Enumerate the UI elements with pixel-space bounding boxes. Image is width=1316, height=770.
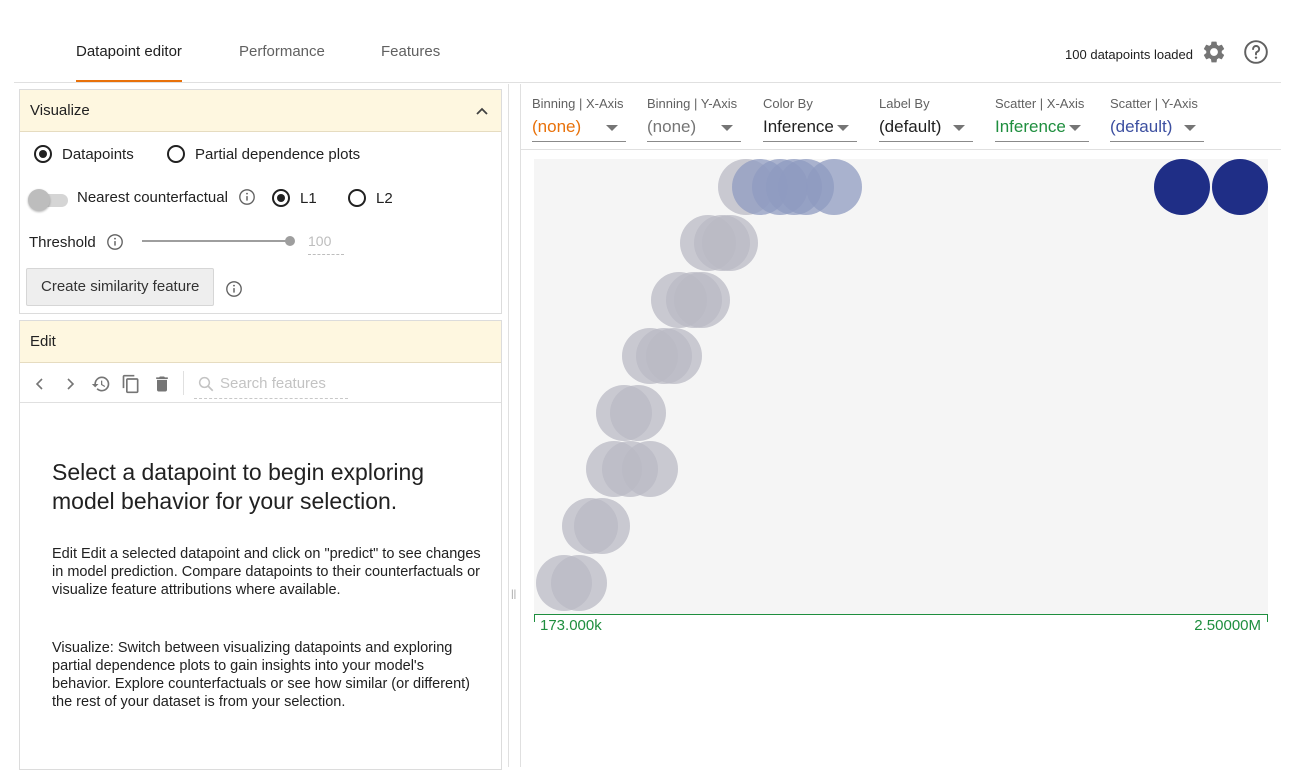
edit-title: Edit (30, 333, 56, 350)
search-field[interactable] (194, 370, 348, 399)
panel-divider (508, 84, 509, 767)
top-tab-bar: Datapoint editor Performance Features 10… (14, 22, 1281, 83)
tab-features[interactable]: Features (381, 22, 440, 82)
l2-radio-option[interactable]: L2 (348, 189, 393, 207)
datapoints-radio[interactable] (34, 145, 52, 163)
datapoint-circle[interactable] (702, 215, 758, 271)
resize-handle[interactable]: || (511, 589, 516, 600)
help-icon[interactable] (1243, 39, 1269, 65)
visualization-controls: Binning | X-Axis (none) Binning | Y-Axis… (521, 84, 1281, 150)
threshold-input[interactable]: 100 (308, 230, 344, 255)
binning-y-dropdown[interactable]: Binning | Y-Axis (none) (647, 96, 741, 142)
dropdown-label: Binning | X-Axis (532, 96, 624, 111)
scatter-y-dropdown[interactable]: Scatter | Y-Axis (default) (1110, 96, 1204, 142)
datapoints-radio-option[interactable]: Datapoints (34, 145, 134, 163)
delete-icon[interactable] (152, 374, 172, 394)
chevron-up-icon[interactable] (475, 104, 489, 118)
nearest-counterfactual-toggle[interactable] (28, 189, 68, 211)
dropdown-label: Scatter | X-Axis (995, 96, 1085, 111)
dropdown-value[interactable]: (default) (1110, 116, 1180, 138)
l1-radio-option[interactable]: L1 (272, 189, 317, 207)
visualize-panel: Visualize Datapoints Partial dependence … (19, 89, 502, 314)
threshold-slider[interactable] (142, 240, 291, 242)
edit-header: Edit (20, 321, 501, 363)
threshold-label: Threshold (29, 233, 96, 251)
datapoint-circle[interactable] (1154, 159, 1210, 215)
threshold-row: Threshold (29, 233, 124, 251)
datapoint-circle[interactable] (622, 441, 678, 497)
datapoint-circle[interactable] (1212, 159, 1268, 215)
datapoint-circle[interactable] (551, 555, 607, 611)
datapoint-circle[interactable] (674, 272, 730, 328)
l2-radio[interactable] (348, 189, 366, 207)
gear-icon[interactable] (1201, 39, 1227, 65)
scatter-plot[interactable] (534, 159, 1268, 615)
datapoint-circle[interactable] (574, 498, 630, 554)
pdp-label: Partial dependence plots (195, 145, 361, 163)
threshold-slider-handle[interactable] (285, 236, 295, 246)
datapoint-circle[interactable] (806, 159, 862, 215)
info-icon[interactable] (225, 280, 243, 298)
scatter-plot-canvas[interactable] (534, 159, 1268, 615)
dropdown-arrow-icon[interactable] (837, 125, 849, 131)
search-icon (198, 376, 214, 392)
scatter-x-dropdown[interactable]: Scatter | X-Axis Inference (995, 96, 1089, 142)
dropdown-value[interactable]: (default) (879, 116, 949, 138)
dropdown-label: Scatter | Y-Axis (1110, 96, 1198, 111)
datapoints-loaded-status: 100 datapoints loaded (1065, 47, 1193, 62)
edit-panel: Edit Select a datapoint to begin explori… (19, 320, 502, 770)
nearest-counterfactual-label: Nearest counterfactual (77, 188, 228, 206)
x-axis-min-label: 173.000k (540, 617, 602, 634)
datapoint-circle[interactable] (610, 385, 666, 441)
l1-radio[interactable] (272, 189, 290, 207)
dropdown-arrow-icon[interactable] (1184, 125, 1196, 131)
create-similarity-feature-button[interactable]: Create similarity feature (26, 268, 215, 306)
datapoint-circle[interactable] (646, 328, 702, 384)
dropdown-arrow-icon[interactable] (606, 125, 618, 131)
pdp-radio[interactable] (167, 145, 185, 163)
dropdown-label: Color By (763, 96, 813, 111)
edit-empty-heading: Select a datapoint to begin exploring mo… (52, 459, 425, 514)
chevron-right-icon[interactable] (60, 374, 80, 394)
dropdown-value[interactable]: Inference (763, 116, 833, 138)
dropdown-arrow-icon[interactable] (1069, 125, 1081, 131)
dropdown-value[interactable]: (none) (647, 116, 717, 138)
copy-icon[interactable] (121, 374, 141, 394)
datapoints-label: Datapoints (62, 145, 134, 163)
tab-datapoint-editor[interactable]: Datapoint editor (76, 22, 182, 82)
visualize-title: Visualize (30, 102, 90, 119)
nearest-counterfactual-row: Nearest counterfactual (77, 188, 256, 206)
toolbar-divider (183, 371, 184, 395)
dropdown-value[interactable]: Inference (995, 116, 1065, 138)
l2-label: L2 (376, 189, 393, 207)
color-by-dropdown[interactable]: Color By Inference (763, 96, 857, 142)
dropdown-arrow-icon[interactable] (721, 125, 733, 131)
chevron-left-icon[interactable] (30, 374, 50, 394)
panel-divider (520, 84, 521, 767)
visualize-header[interactable]: Visualize (20, 90, 501, 132)
search-input[interactable] (220, 375, 346, 392)
info-icon[interactable] (238, 188, 256, 206)
dropdown-label: Label By (879, 96, 930, 111)
info-icon[interactable] (106, 233, 124, 251)
dropdown-value[interactable]: (none) (532, 116, 602, 138)
dropdown-label: Binning | Y-Axis (647, 96, 738, 111)
edit-toolbar (20, 363, 501, 403)
pdp-radio-option[interactable]: Partial dependence plots (167, 145, 360, 163)
x-axis-line (534, 614, 1268, 622)
visualize-help-paragraph: Visualize: Switch between visualizing da… (52, 640, 471, 710)
label-by-dropdown[interactable]: Label By (default) (879, 96, 973, 142)
binning-x-dropdown[interactable]: Binning | X-Axis (none) (532, 96, 626, 142)
edit-help-paragraph: Edit Edit a selected datapoint and click… (52, 546, 481, 598)
x-axis-max-label: 2.50000M (1194, 617, 1261, 634)
l1-label: L1 (300, 189, 317, 207)
history-icon[interactable] (91, 374, 111, 394)
dropdown-arrow-icon[interactable] (953, 125, 965, 131)
tab-performance[interactable]: Performance (239, 22, 325, 82)
